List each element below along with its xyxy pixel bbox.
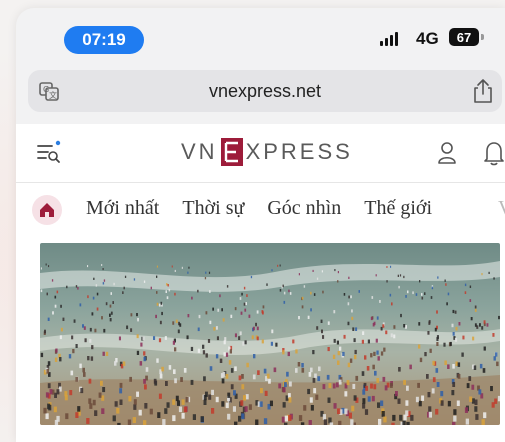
address-bar[interactable]: G 文 vnexpress.net <box>28 70 502 112</box>
article-feed <box>16 235 505 442</box>
phone-screen: 07:19 4G 67 G 文 vnexpress.net VN XPRESS … <box>16 8 505 442</box>
site-logo[interactable]: VN XPRESS <box>181 138 353 166</box>
logo-text-vn: VN <box>181 139 218 164</box>
home-icon <box>40 203 54 217</box>
nav-item-overflow[interactable]: V <box>498 197 505 220</box>
user-icon[interactable] <box>436 140 458 166</box>
logo-text-xpress: XPRESS <box>245 139 353 164</box>
share-icon[interactable] <box>472 78 494 104</box>
url-text[interactable]: vnexpress.net <box>28 81 502 102</box>
battery-level: 67 <box>456 29 472 45</box>
nav-items: Mới nhất Thời sự Góc nhìn Thế giới <box>86 197 455 220</box>
beach-crowd-image <box>40 243 500 425</box>
bell-icon[interactable] <box>482 140 505 166</box>
home-button[interactable] <box>32 195 62 225</box>
status-time[interactable]: 07:19 <box>64 26 144 54</box>
logo-e-mark <box>220 138 243 166</box>
category-nav: Mới nhất Thời sự Góc nhìn Thế giới V <box>16 183 505 235</box>
menu-search-icon[interactable] <box>36 140 62 166</box>
site-header: VN XPRESS <box>16 124 505 183</box>
nav-item-goc-nhin[interactable]: Góc nhìn <box>267 197 341 220</box>
nav-item-thoi-su[interactable]: Thời sự <box>182 197 244 220</box>
battery-icon: 67 <box>449 28 479 46</box>
network-type: 4G <box>416 29 439 48</box>
status-bar: 07:19 4G 67 <box>16 8 505 58</box>
signal-icon <box>380 32 398 46</box>
battery-tip <box>481 34 484 40</box>
nav-item-the-gioi[interactable]: Thế giới <box>364 197 432 220</box>
article-image[interactable] <box>40 243 500 425</box>
nav-item-moi-nhat[interactable]: Mới nhất <box>86 197 159 220</box>
